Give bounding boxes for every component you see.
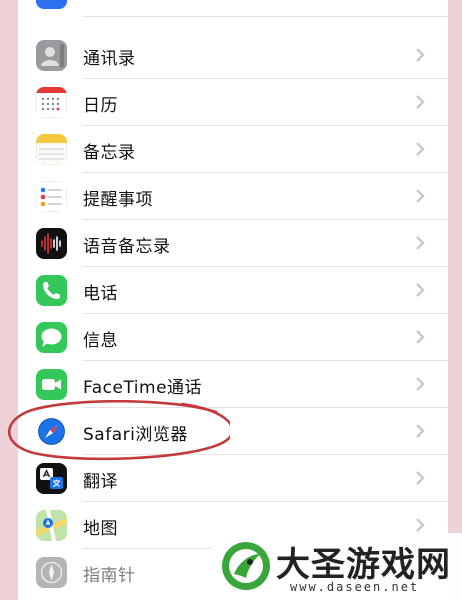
chevron-right-icon xyxy=(416,48,425,62)
translate-icon xyxy=(36,463,67,494)
settings-row-label: 备忘录 xyxy=(83,143,136,163)
safari-icon xyxy=(36,416,67,447)
chevron-right-icon xyxy=(416,330,425,344)
row-separator xyxy=(83,16,448,17)
compass-icon xyxy=(36,557,67,588)
settings-row-messages[interactable]: 信息 xyxy=(18,314,448,361)
facetime-icon xyxy=(36,369,67,400)
site-logo-icon xyxy=(222,542,270,590)
settings-row-phone[interactable]: 电话 xyxy=(18,267,448,314)
settings-row-label: FaceTime通话 xyxy=(83,378,203,398)
voice-memos-icon xyxy=(36,228,67,259)
watermark-title: 大圣游戏网 xyxy=(276,545,451,585)
settings-row-notes[interactable]: 备忘录 xyxy=(18,126,448,173)
calendar-icon xyxy=(36,87,67,118)
settings-row-calendar[interactable]: 日历 xyxy=(18,79,448,126)
maps-icon xyxy=(36,510,67,541)
settings-row-label: 提醒事项 xyxy=(83,190,153,210)
settings-row-partial[interactable] xyxy=(18,0,448,17)
settings-row-label: 语音备忘录 xyxy=(83,237,171,257)
reminders-icon xyxy=(36,181,67,212)
messages-icon xyxy=(36,322,67,353)
chevron-right-icon xyxy=(416,424,425,438)
settings-row-facetime[interactable]: FaceTime通话 xyxy=(18,361,448,408)
watermark-banner: 大圣游戏网 www.daseen.net xyxy=(212,533,462,600)
settings-row-translate[interactable]: 翻译 xyxy=(18,455,448,502)
settings-row-reminders[interactable]: 提醒事项 xyxy=(18,173,448,220)
notes-icon xyxy=(36,134,67,165)
contacts-icon xyxy=(36,40,67,71)
partial-app-icon xyxy=(36,0,67,9)
chevron-right-icon xyxy=(416,189,425,203)
settings-row-voice-memos[interactable]: 语音备忘录 xyxy=(18,220,448,267)
settings-row-label: 地图 xyxy=(83,519,118,539)
settings-row-label: 指南针 xyxy=(83,566,136,586)
settings-row-label: 翻译 xyxy=(83,472,118,492)
settings-row-label: 通讯录 xyxy=(83,49,136,69)
settings-row-label: 电话 xyxy=(83,284,118,304)
chevron-right-icon xyxy=(416,283,425,297)
settings-row-label: 信息 xyxy=(83,331,118,351)
settings-row-contacts[interactable]: 通讯录 xyxy=(18,32,448,79)
settings-row-label: Safari浏览器 xyxy=(83,425,188,445)
chevron-right-icon xyxy=(416,95,425,109)
chevron-right-icon xyxy=(416,471,425,485)
settings-row-safari[interactable]: Safari浏览器 xyxy=(18,408,448,455)
chevron-right-icon xyxy=(416,377,425,391)
settings-screen: 通讯录 日历 备忘录 提醒事项 语音备忘录 电话 信息 FaceTime通话 S… xyxy=(18,0,448,600)
chevron-right-icon xyxy=(416,142,425,156)
phone-icon xyxy=(36,275,67,306)
watermark-url: www.daseen.net xyxy=(290,580,420,594)
chevron-right-icon xyxy=(416,518,425,532)
chevron-right-icon xyxy=(416,236,425,250)
settings-row-label: 日历 xyxy=(83,96,118,116)
